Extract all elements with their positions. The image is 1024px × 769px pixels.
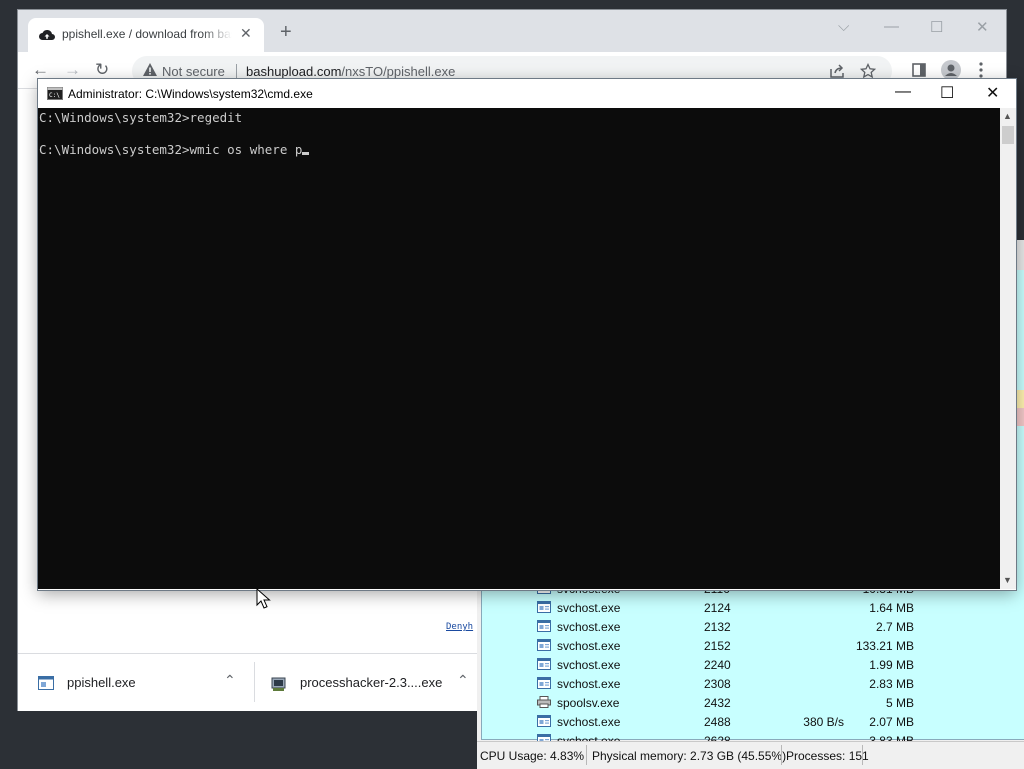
process-row[interactable]: svchost.exe 2152 133.21 MB (482, 637, 1024, 656)
status-bar: CPU Usage: 4.83% Physical memory: 2.73 G… (477, 741, 1024, 769)
service-icon (537, 658, 551, 670)
process-pid: 2152 (704, 639, 731, 653)
process-pid: 2240 (704, 658, 731, 672)
scroll-up-arrow-icon[interactable]: ▲ (1003, 111, 1012, 121)
process-private-bytes: 1.99 MB (869, 658, 914, 672)
process-name: svchost.exe (557, 620, 621, 634)
address-separator (236, 64, 237, 80)
background-window-edge (1016, 390, 1024, 408)
tab-title: ppishell.exe / download from bashupload.… (62, 27, 232, 41)
process-pid: 2308 (704, 677, 731, 691)
process-private-bytes: 2.7 MB (875, 620, 914, 634)
service-icon (537, 715, 551, 727)
process-name: svchost.exe (557, 658, 621, 672)
service-icon (537, 601, 551, 613)
profile-avatar-icon[interactable] (941, 60, 961, 80)
exe-file-icon (38, 676, 54, 690)
process-private-bytes: 133.21 MB (855, 639, 914, 653)
background-window-edge (1016, 408, 1024, 426)
process-pid: 2124 (704, 601, 731, 615)
console-output[interactable]: C:\Windows\system32>regedit C:\Windows\s… (38, 108, 1000, 589)
process-name: svchost.exe (557, 639, 621, 653)
process-name: svchost.exe (557, 677, 621, 691)
process-name: svchost.exe (557, 715, 621, 729)
cmd-window: C:\ Administrator: C:\Windows\system32\c… (38, 79, 1016, 590)
process-name: svchost.exe (557, 601, 621, 615)
status-divider (862, 745, 863, 765)
process-row[interactable]: svchost.exe 2124 1.64 MB (482, 599, 1024, 618)
installer-icon (271, 677, 286, 691)
download-item[interactable]: processhacker-2.3....exe ⌃ (255, 654, 481, 711)
process-private-bytes: 1.64 MB (869, 601, 914, 615)
process-pid: 2132 (704, 620, 731, 634)
not-secure-label[interactable]: Not secure (162, 64, 225, 79)
bookmark-star-icon[interactable] (860, 63, 876, 79)
process-row[interactable]: spoolsv.exe 2432 5 MB (482, 694, 1024, 713)
console-line: C:\Windows\system32>wmic os where p (39, 142, 310, 158)
download-filename: processhacker-2.3....exe (300, 675, 443, 690)
deny-link[interactable]: Denyh (446, 622, 473, 632)
service-icon (537, 620, 551, 632)
process-row[interactable]: svchost.exe 2308 2.83 MB (482, 675, 1024, 694)
back-button[interactable]: ← (32, 60, 49, 80)
tab-strip: ppishell.exe / download from bashupload.… (18, 10, 1006, 52)
url-text[interactable]: bashupload.com/nxsTO/ppishell.exe (246, 64, 455, 79)
mouse-pointer-icon (256, 588, 271, 609)
close-button[interactable]: ✕ (986, 83, 999, 103)
minimize-button[interactable]: — (895, 83, 911, 101)
url-host: bashupload.com (246, 64, 342, 79)
chevron-up-icon[interactable]: ⌃ (457, 672, 469, 689)
download-filename: ppishell.exe (67, 675, 136, 690)
url-path: /nxsTO/ppishell.exe (341, 64, 456, 79)
process-private-bytes: 5 MB (885, 696, 914, 710)
status-divider (586, 745, 587, 765)
tab-close-icon[interactable]: ✕ (240, 25, 252, 42)
process-pid: 2432 (704, 696, 731, 710)
vertical-scrollbar[interactable]: ▲ ▼ (1000, 108, 1016, 589)
service-icon (537, 677, 551, 689)
process-row[interactable]: svchost.exe 2488 380 B/s 2.07 MB (482, 713, 1024, 732)
console-line: C:\Windows\system32>regedit (39, 110, 243, 125)
background-window-edge (1016, 240, 1024, 270)
tab-active[interactable]: ppishell.exe / download from bashupload.… (28, 18, 264, 52)
download-item[interactable]: ppishell.exe ⌃ (18, 654, 254, 711)
printer-icon (537, 696, 551, 708)
minimize-button[interactable]: — (884, 18, 899, 35)
process-private-bytes: 2.07 MB (869, 715, 914, 729)
new-tab-button[interactable]: + (280, 22, 292, 42)
cloud-upload-icon (39, 29, 55, 40)
physical-memory: Physical memory: 2.73 GB (45.55%) (592, 749, 787, 763)
chevron-up-icon[interactable]: ⌃ (224, 672, 236, 689)
process-row[interactable]: svchost.exe 2240 1.99 MB (482, 656, 1024, 675)
maximize-button[interactable]: ☐ (930, 18, 943, 36)
warning-icon[interactable] (142, 62, 158, 78)
menu-kebab-icon[interactable] (978, 62, 984, 78)
process-pid: 2488 (704, 715, 731, 729)
cpu-usage: CPU Usage: 4.83% (480, 749, 585, 763)
close-button[interactable]: ✕ (976, 18, 989, 36)
svg-text:C:\: C:\ (49, 92, 60, 99)
process-name: spoolsv.exe (557, 696, 620, 710)
maximize-button[interactable]: ☐ (940, 83, 954, 103)
tab-search-chevron-icon[interactable]: ⌵ (838, 18, 849, 35)
scroll-down-arrow-icon[interactable]: ▼ (1003, 575, 1012, 585)
service-icon (537, 639, 551, 651)
console-input-text: C:\Windows\system32>wmic os where p (39, 142, 303, 157)
reload-button[interactable]: ↻ (95, 60, 109, 80)
share-icon[interactable] (829, 63, 845, 79)
cmd-titlebar[interactable]: C:\ Administrator: C:\Windows\system32\c… (38, 79, 1016, 108)
process-row[interactable]: svchost.exe 2132 2.7 MB (482, 618, 1024, 637)
cmd-title: Administrator: C:\Windows\system32\cmd.e… (68, 87, 313, 101)
console-icon: C:\ (47, 87, 63, 100)
side-panel-icon[interactable] (911, 62, 927, 78)
process-count: Processes: 151 (786, 749, 869, 763)
text-cursor (302, 152, 310, 155)
scroll-thumb[interactable] (1002, 126, 1014, 144)
status-divider (781, 745, 782, 765)
forward-button[interactable]: → (64, 60, 81, 80)
process-private-bytes: 2.83 MB (869, 677, 914, 691)
